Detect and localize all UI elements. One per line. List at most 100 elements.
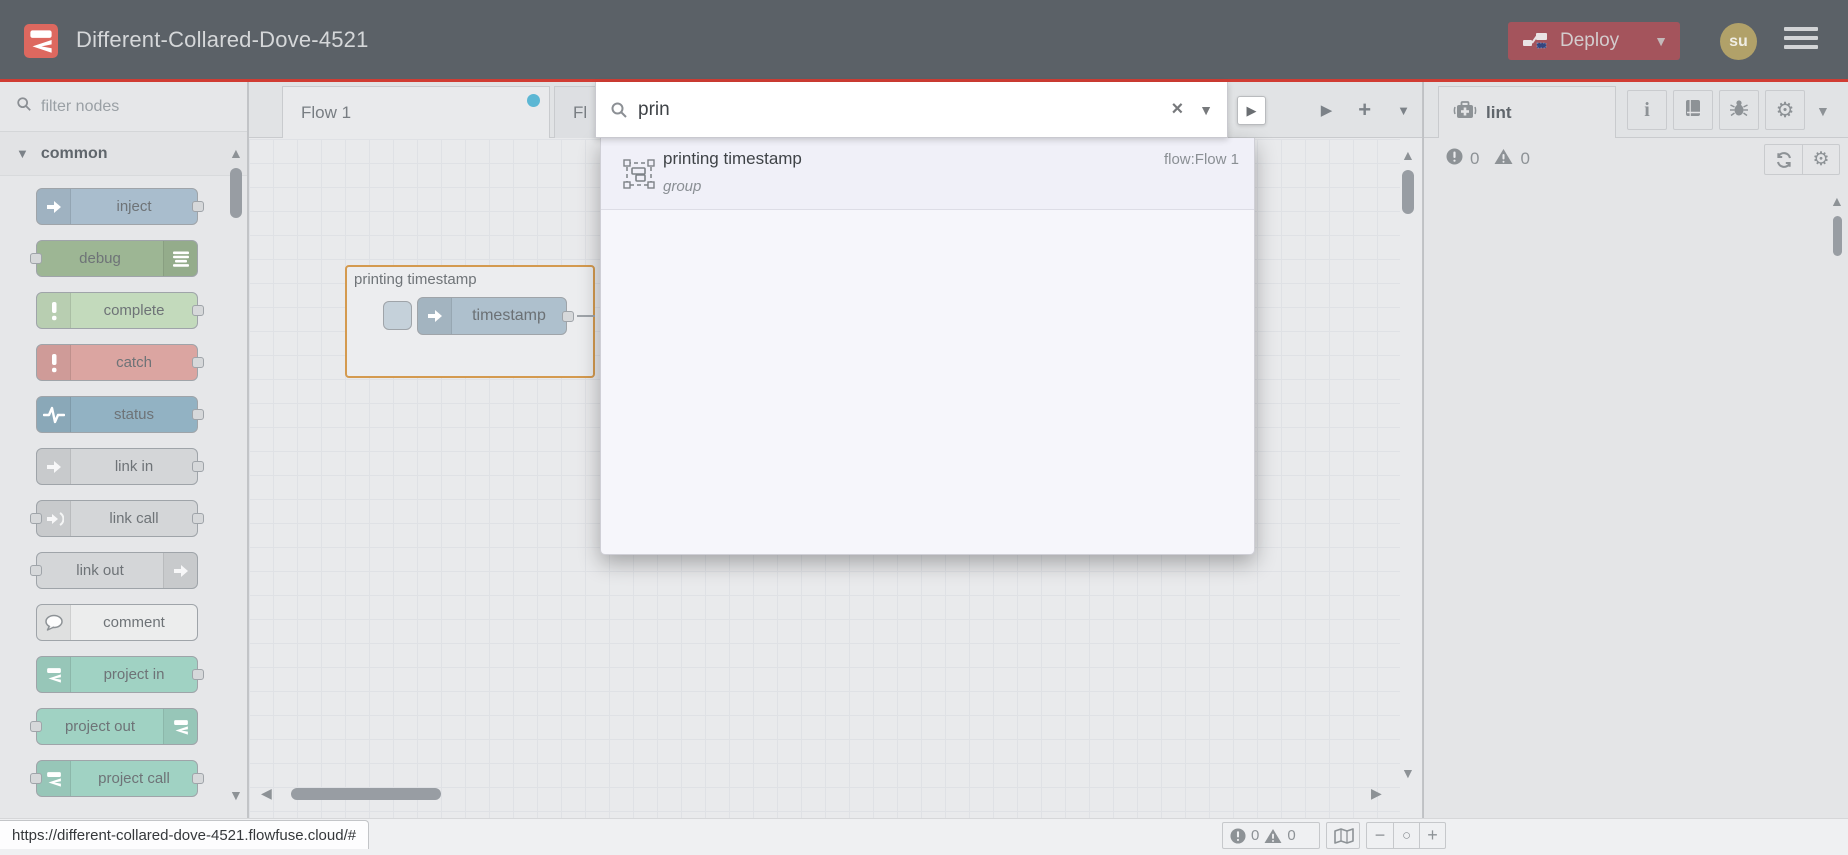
output-port <box>192 513 204 524</box>
palette-filter[interactable]: filter nodes <box>0 82 247 132</box>
book-icon <box>1683 98 1703 123</box>
clear-search-icon[interactable]: × <box>1171 98 1183 121</box>
palette-scroll-up-icon[interactable]: ▲ <box>229 146 243 160</box>
palette-node-link-in[interactable]: link in <box>36 448 204 485</box>
sidebar-tab-info-button[interactable]: i <box>1627 90 1667 130</box>
warning-triangle-icon <box>1494 148 1513 170</box>
pulse-icon <box>37 397 71 432</box>
palette-node-project-in[interactable]: project in <box>36 656 204 693</box>
info-icon: i <box>1644 98 1650 121</box>
palette-node-status[interactable]: status <box>36 396 204 433</box>
error-circle-icon <box>1446 148 1463 170</box>
sidebar-scrollbar-thumb[interactable] <box>1833 216 1842 256</box>
page-title: Different-Collared-Dove-4521 <box>76 27 369 52</box>
canvas-scroll-right-icon[interactable]: ▶ <box>1371 786 1382 800</box>
palette-node-link-call[interactable]: link call <box>30 500 204 537</box>
result-location: flow:Flow 1 <box>1163 151 1239 168</box>
refresh-button[interactable] <box>1765 145 1802 174</box>
chevron-down-icon: ▼ <box>16 146 29 161</box>
canvas-hscrollbar-thumb[interactable] <box>291 788 441 800</box>
output-port <box>192 305 204 316</box>
sidebar-tab-lint[interactable]: lint <box>1438 86 1616 138</box>
map-icon <box>1334 827 1354 844</box>
user-avatar[interactable]: su <box>1720 23 1757 60</box>
search-dialog: prin × ▼ <box>595 82 1228 138</box>
tabbar-tools: ▶ + ▼ <box>1321 82 1410 138</box>
inject-arrow-icon <box>418 298 452 334</box>
lint-error-count: 0 <box>1470 149 1480 168</box>
canvas-status-badges: 0 0 <box>1222 822 1320 849</box>
lint-warning-count: 0 <box>1520 149 1530 168</box>
menu-bar <box>1784 45 1818 49</box>
navigator-button[interactable] <box>1327 823 1361 848</box>
palette-node-link-out[interactable]: link out <box>30 552 198 589</box>
flowfuse-node-icon <box>163 709 197 744</box>
deploy-icon <box>1522 28 1548 54</box>
lint-actions: ⚙ <box>1764 144 1840 175</box>
node-palette: filter nodes ▼ common inject debug compl… <box>0 82 248 818</box>
palette-scrollbar-thumb[interactable] <box>230 168 242 218</box>
palette-node-project-call[interactable]: project call <box>30 760 204 797</box>
input-port <box>30 565 42 576</box>
canvas-scroll-down-icon[interactable]: ▼ <box>1401 766 1415 780</box>
palette-filter-placeholder: filter nodes <box>41 97 120 115</box>
palette-node-complete[interactable]: complete <box>36 292 204 329</box>
palette-divider[interactable] <box>248 82 249 855</box>
comment-bubble-icon <box>37 605 71 640</box>
exclamation-icon <box>37 345 71 380</box>
search-icon <box>16 96 32 117</box>
palette-category-common[interactable]: ▼ common <box>0 132 247 176</box>
zoom-out-button[interactable]: − <box>1367 823 1393 848</box>
output-port <box>192 409 204 420</box>
palette-node-debug[interactable]: debug <box>30 240 198 277</box>
main-menu-button[interactable] <box>1784 27 1818 55</box>
palette-node-comment[interactable]: comment <box>36 604 198 641</box>
search-expand-button[interactable]: ▶ <box>1237 96 1266 125</box>
deploy-button[interactable]: Deploy ▼ <box>1508 22 1680 60</box>
warning-triangle-icon <box>1264 828 1282 843</box>
debug-lines-icon <box>163 241 197 276</box>
menu-bar <box>1784 27 1818 31</box>
navigator-button-group <box>1326 822 1360 849</box>
palette-node-inject[interactable]: inject <box>36 188 204 225</box>
lint-settings-button[interactable]: ⚙ <box>1802 145 1839 174</box>
search-results-panel: printing timestamp group flow:Flow 1 <box>600 138 1255 555</box>
sidebar: lint i ⚙ ▼ 0 0 ⚙ ▲ <box>1423 82 1848 818</box>
link-arrow-icon <box>163 553 197 588</box>
node-timestamp[interactable]: timestamp <box>417 297 574 335</box>
canvas-scroll-up-icon[interactable]: ▲ <box>1401 148 1415 162</box>
sidebar-divider[interactable] <box>1422 82 1423 855</box>
canvas-issue-counts[interactable]: 0 0 <box>1223 823 1303 848</box>
output-port <box>192 201 204 212</box>
medkit-icon <box>1453 100 1477 125</box>
flowfuse-node-icon <box>37 761 71 796</box>
palette-node-catch[interactable]: catch <box>36 344 204 381</box>
search-options-caret-icon[interactable]: ▼ <box>1199 102 1213 118</box>
add-flow-button[interactable]: + <box>1358 97 1371 123</box>
output-port[interactable] <box>562 311 574 322</box>
zoom-controls: − ○ + <box>1366 822 1446 849</box>
palette-node-project-out[interactable]: project out <box>30 708 198 745</box>
output-port <box>192 773 204 784</box>
sidebar-tab-debug-button[interactable] <box>1719 90 1759 130</box>
search-input[interactable]: prin <box>638 99 1171 121</box>
sidebar-header: lint i ⚙ ▼ <box>1424 82 1848 138</box>
flow-list-caret-icon[interactable]: ▼ <box>1397 103 1410 118</box>
refresh-icon <box>1776 151 1791 168</box>
sidebar-scroll-up-icon[interactable]: ▲ <box>1830 194 1844 208</box>
zoom-in-button[interactable]: + <box>1419 823 1445 848</box>
sidebar-tab-help-button[interactable] <box>1673 90 1713 130</box>
canvas-vscrollbar-thumb[interactable] <box>1402 170 1414 214</box>
zoom-reset-button[interactable]: ○ <box>1393 823 1419 848</box>
sidebar-tab-config-button[interactable]: ⚙ <box>1765 90 1805 130</box>
sidebar-menu-caret-icon[interactable]: ▼ <box>1816 103 1830 119</box>
tab-flow-1[interactable]: Flow 1 <box>282 86 550 138</box>
inject-trigger-button[interactable] <box>383 301 412 330</box>
search-result-item[interactable]: printing timestamp group flow:Flow 1 <box>601 138 1254 210</box>
palette-scroll-down-icon[interactable]: ▼ <box>229 788 243 802</box>
tab-scroll-right-icon[interactable]: ▶ <box>1321 101 1333 119</box>
group-icon <box>623 159 655 194</box>
canvas-scroll-left-icon[interactable]: ◀ <box>261 786 272 800</box>
bug-icon <box>1729 98 1749 123</box>
deploy-options-caret-icon[interactable]: ▼ <box>1654 33 1668 49</box>
